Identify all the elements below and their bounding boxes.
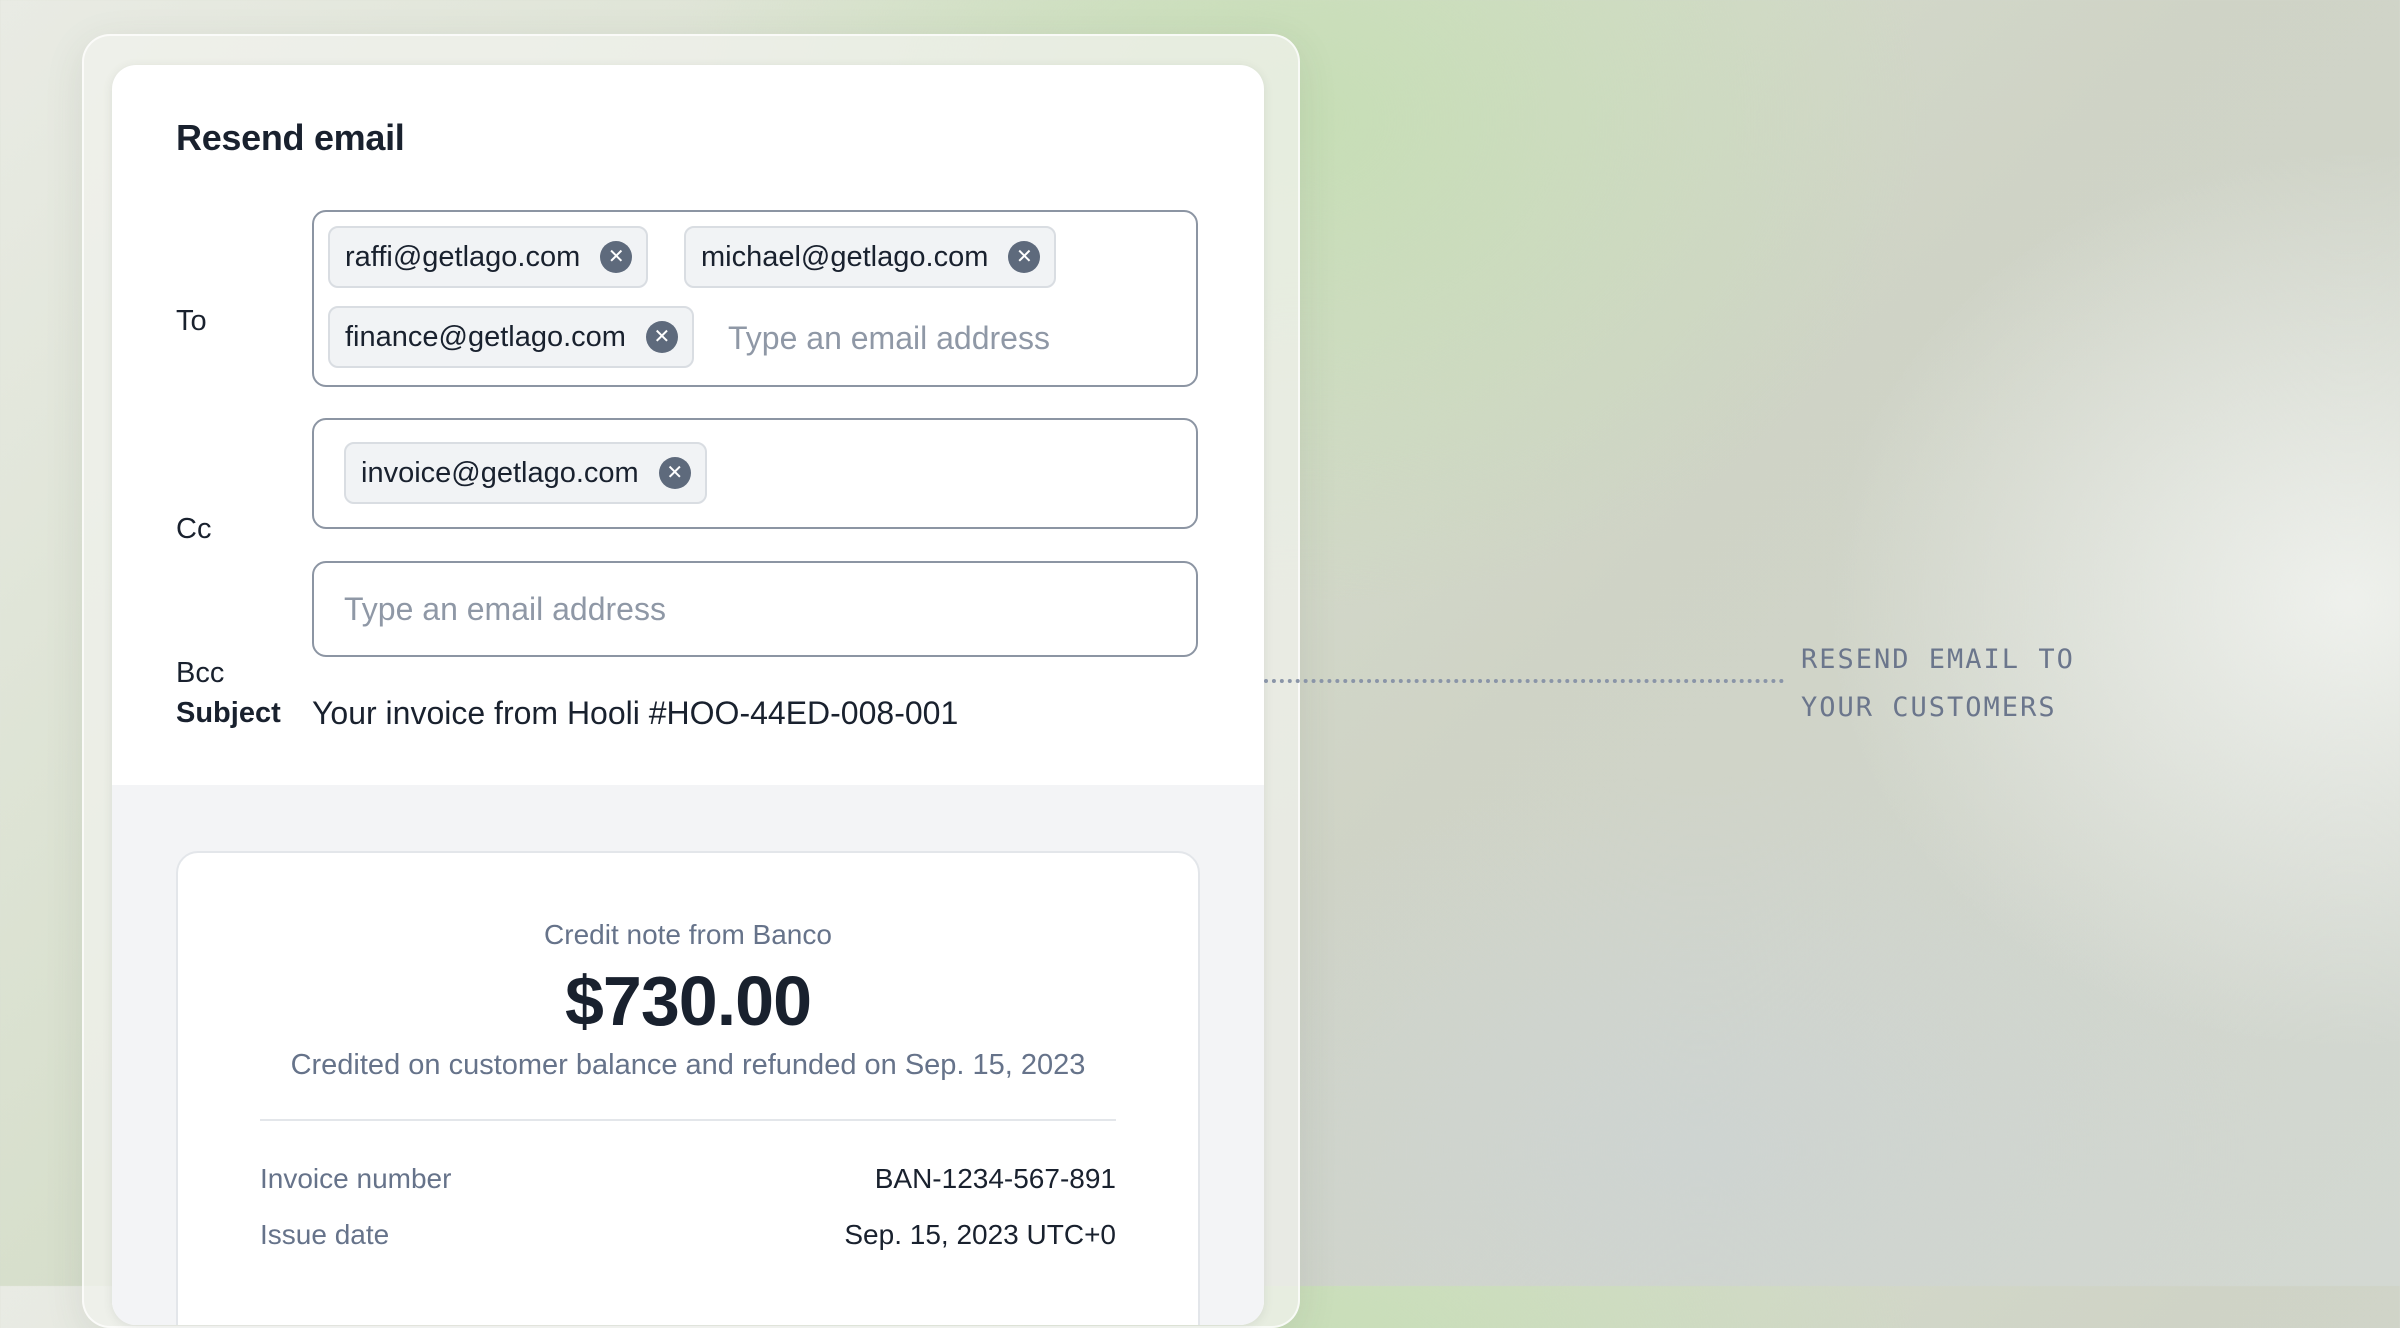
detail-value: Sep. 15, 2023 UTC+0: [844, 1219, 1116, 1250]
email-chip: michael@getlago.com ✕: [684, 226, 1057, 288]
detail-key: Invoice number: [260, 1163, 452, 1194]
email-chip: invoice@getlago.com ✕: [344, 442, 707, 504]
remove-chip-icon[interactable]: ✕: [658, 457, 691, 489]
chip-label: raffi@getlago.com: [345, 240, 581, 273]
detail-value: BAN-1234-567-891: [874, 1163, 1116, 1194]
bcc-email-input[interactable]: [344, 587, 1144, 631]
remove-chip-icon[interactable]: ✕: [1008, 241, 1041, 273]
detail-row: Invoice number BAN-1234-567-891: [260, 1163, 1116, 1195]
annotation-line: RESEND EMAIL TO: [1801, 644, 2075, 675]
cc-label: Cc: [176, 513, 212, 545]
chip-label: michael@getlago.com: [701, 240, 989, 273]
email-chip: finance@getlago.com ✕: [328, 306, 694, 368]
bcc-label: Bcc: [176, 657, 225, 689]
chip-label: invoice@getlago.com: [361, 456, 639, 489]
to-email-input[interactable]: [728, 316, 1168, 360]
subject-value: Your invoice from Hooli #HOO-44ED-008-00…: [312, 695, 959, 731]
remove-chip-icon[interactable]: ✕: [600, 241, 633, 273]
to-field[interactable]: raffi@getlago.com ✕ michael@getlago.com …: [312, 210, 1198, 387]
annotation-line: YOUR CUSTOMERS: [1801, 692, 2057, 723]
detail-key: Issue date: [260, 1219, 390, 1250]
chip-label: finance@getlago.com: [345, 320, 626, 353]
preview-heading: Credit note from Banco: [544, 919, 832, 950]
email-chip: raffi@getlago.com ✕: [328, 226, 649, 288]
cc-field[interactable]: invoice@getlago.com ✕: [312, 418, 1198, 529]
annotation-connector: [1264, 679, 1784, 683]
preview-amount: $730.00: [564, 962, 812, 1040]
detail-row: Issue date Sep. 15, 2023 UTC+0: [260, 1219, 1116, 1251]
preview-description: Credited on customer balance and refunde…: [290, 1049, 1086, 1081]
resend-email-dialog: Resend email To raffi@getlago.com ✕ mich…: [112, 65, 1264, 1325]
preview-divider: [260, 1119, 1116, 1121]
to-label: To: [176, 305, 207, 337]
feature-annotation: RESEND EMAIL TO YOUR CUSTOMERS: [1801, 636, 2075, 732]
dialog-title: Resend email: [176, 117, 405, 158]
credit-note-preview: Credit note from Banco $730.00 Credited …: [176, 851, 1200, 1325]
bcc-field[interactable]: [312, 561, 1198, 657]
remove-chip-icon[interactable]: ✕: [645, 321, 678, 353]
subject-label: Subject: [176, 697, 281, 729]
